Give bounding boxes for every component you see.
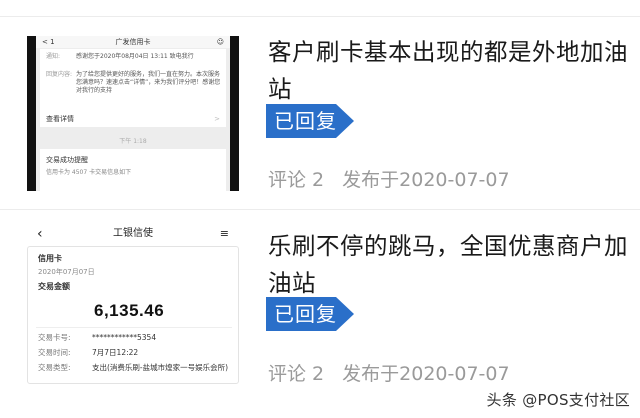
badge-label: 已回复 <box>274 109 337 133</box>
post-title[interactable]: 客户刷卡基本出现的都是外地加油站 <box>268 34 628 108</box>
screenshot-title: 广发信用卡 <box>115 38 151 46</box>
row-value: ************5354 <box>92 333 157 342</box>
row-value: 7月7日12:22 <box>92 348 139 357</box>
amount-value: 6,135.46 <box>94 301 165 320</box>
row-value: 支出(消费乐刷-盐城市煌家一号娱乐会所) <box>92 363 229 372</box>
post-meta: 评论 2 发布于2020-07-07 <box>268 168 510 192</box>
watermark: 头条 @POS支付社区 <box>486 391 630 409</box>
replied-badge: 已回复 <box>266 297 354 331</box>
row-key: 交易卡号: <box>38 333 71 342</box>
replied-badge: 已回复 <box>266 104 354 138</box>
card-date: 2020年07月07日 <box>38 268 95 276</box>
row-key: 回复内容: <box>46 71 73 78</box>
user-icon: ☺ <box>216 38 224 46</box>
transaction-card: 交易成功提醒 信用卡为 4507 卡交易信息如下 <box>40 149 226 191</box>
post-thumbnail[interactable]: ‹ 工银信使 ≡ 信用卡 2020年07月07日 交易金额 6,135.46 交… <box>27 224 239 384</box>
post-feed: < 1 广发信用卡 ☺ 通知: 感谢您于2020年08月04日 13:11 致电… <box>0 0 640 418</box>
comment-count[interactable]: 评论 2 <box>268 363 324 385</box>
screenshot-title: 工银信使 <box>113 228 153 239</box>
row-key: 交易时间: <box>38 348 71 357</box>
chevron-right-icon: > <box>214 115 220 123</box>
details-link: 查看详情 <box>46 115 74 123</box>
post-title[interactable]: 乐刷不停的跳马，全国优惠商户加油站 <box>268 228 628 302</box>
badge-label: 已回复 <box>274 302 337 326</box>
row-value: 为了给您提供更好的服务，我们一直在努力。本次服务您满意吗？速速点击“详情”，来为… <box>76 71 221 94</box>
screenshot-nav: ‹ 工银信使 ≡ <box>27 224 239 244</box>
amount-label: 交易金额 <box>38 282 70 291</box>
post-meta: 评论 2 发布于2020-07-07 <box>268 362 510 386</box>
transaction-title: 交易成功提醒 <box>46 156 88 164</box>
screenshot-nav: < 1 广发信用卡 ☺ <box>36 36 230 48</box>
publish-date: 发布于2020-07-07 <box>342 169 510 191</box>
row-key: 通知: <box>46 53 61 60</box>
publish-date: 发布于2020-07-07 <box>342 363 510 385</box>
bank-notice-card: 信用卡 2020年07月07日 交易金额 6,135.46 交易卡号: ****… <box>27 246 239 384</box>
post-thumbnail[interactable]: < 1 广发信用卡 ☺ 通知: 感谢您于2020年08月04日 13:11 致电… <box>27 36 239 191</box>
message-screenshot: < 1 广发信用卡 ☺ 通知: 感谢您于2020年08月04日 13:11 致电… <box>36 36 230 191</box>
row-value: 感谢您于2020年08月04日 13:11 致电我行 <box>76 53 194 60</box>
list-icon: ≡ <box>219 227 229 240</box>
comment-count[interactable]: 评论 2 <box>268 169 324 191</box>
post-item[interactable]: < 1 广发信用卡 ☺ 通知: 感谢您于2020年08月04日 13:11 致电… <box>0 0 640 210</box>
transaction-subtitle: 信用卡为 4507 卡交易信息如下 <box>46 169 132 176</box>
card-type: 信用卡 <box>38 254 62 263</box>
message-time: 下午 1:18 <box>119 138 147 145</box>
message-card: 通知: 感谢您于2020年08月04日 13:11 致电我行 回复内容: 为了给… <box>40 49 226 127</box>
card-divider <box>36 327 232 328</box>
row-key: 交易类型: <box>38 363 71 372</box>
